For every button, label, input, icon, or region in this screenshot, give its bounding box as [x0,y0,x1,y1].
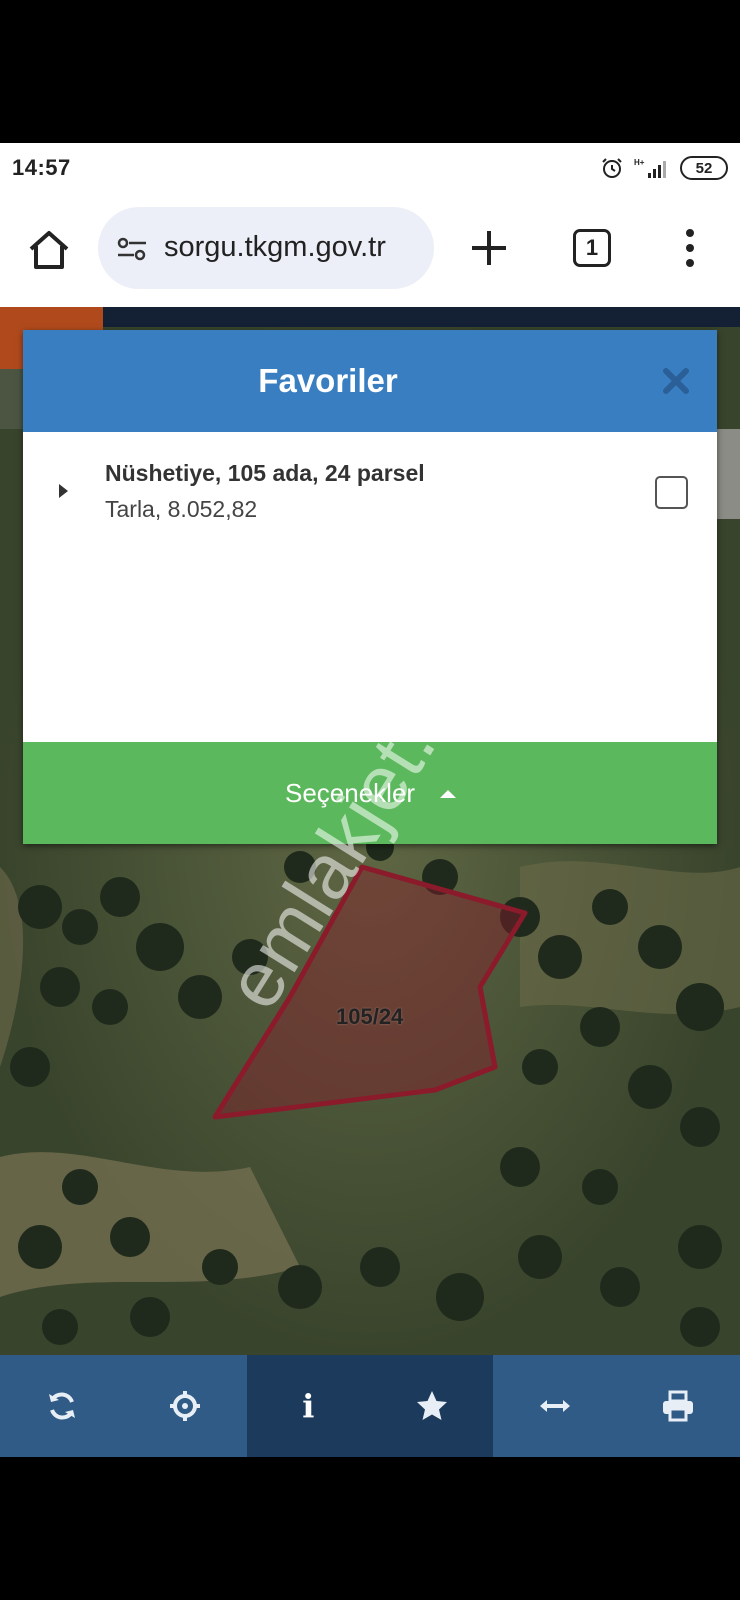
status-bar: 14:57 H+ 52 [0,143,740,193]
status-time: 14:57 [12,155,71,180]
browser-toolbar: sorgu.tkgm.gov.tr 1 [0,193,740,307]
locate-icon [169,1391,200,1421]
print-button[interactable] [616,1355,740,1457]
expand-arrow-icon[interactable] [59,484,68,498]
network-type-label: H+ [634,158,645,167]
caret-up-icon [440,790,456,798]
top-letterbox [0,0,740,143]
home-icon[interactable] [26,227,72,273]
measure-button[interactable] [493,1355,617,1457]
star-icon [416,1391,447,1420]
status-icons: H+ 52 [600,153,728,183]
parcel-label: 105/24 [336,1004,404,1029]
info-icon: i [302,1387,315,1425]
print-icon [663,1390,694,1422]
close-icon[interactable] [661,366,691,396]
favorite-item-title: Nüshetiye, 105 ada, 24 parsel [105,460,425,486]
favorite-item-subtitle: Tarla, 8.052,82 [105,496,258,522]
favorite-item-checkbox[interactable] [655,476,688,509]
alarm-icon [602,158,622,178]
dialog-header: Favoriler [23,330,717,432]
info-button[interactable]: i [246,1355,370,1457]
url-text: sorgu.tkgm.gov.tr [164,231,386,263]
new-tab-icon[interactable] [468,227,510,269]
favorite-item[interactable]: Nüshetiye, 105 ada, 24 parsel Tarla, 8.0… [23,432,717,528]
favorites-button[interactable] [369,1355,494,1457]
refresh-icon [48,1392,75,1420]
locate-button[interactable] [123,1355,247,1457]
dialog-title: Favoriler [258,362,398,399]
tab-switcher-button[interactable]: 1 [573,229,611,267]
signal-icon: H+ [634,158,666,178]
battery-icon: 52 [680,156,728,180]
more-menu-icon[interactable] [680,227,700,269]
battery-level: 52 [695,159,713,177]
site-settings-icon[interactable] [116,235,148,263]
refresh-button[interactable] [0,1355,124,1457]
map-toolbar: i [0,1355,740,1457]
tab-count: 1 [585,235,599,260]
bottom-letterbox [0,1457,740,1600]
address-bar[interactable]: sorgu.tkgm.gov.tr [98,207,434,289]
measure-icon [539,1400,570,1412]
